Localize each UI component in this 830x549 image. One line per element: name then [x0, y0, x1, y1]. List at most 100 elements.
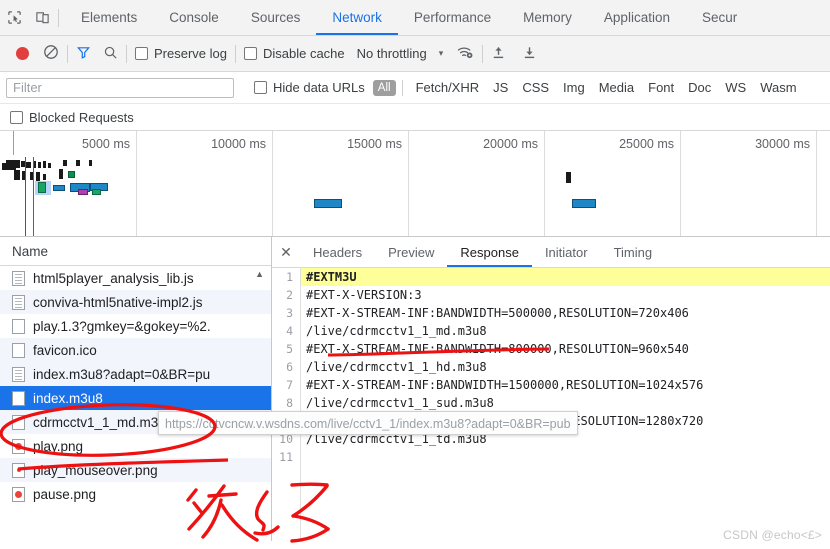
request-name: html5player_analysis_lib.js	[33, 270, 194, 286]
filter-type-doc[interactable]: Doc	[681, 78, 718, 97]
tab-elements[interactable]: Elements	[65, 0, 153, 35]
clear-button[interactable]	[43, 44, 59, 63]
script-file-icon	[12, 366, 25, 382]
control-divider-4	[482, 44, 484, 63]
filter-type-all[interactable]: All	[372, 79, 396, 96]
list-item[interactable]: pause.png	[0, 482, 271, 506]
list-item[interactable]: play_mouseover.png	[0, 458, 271, 482]
import-har-icon[interactable]	[491, 45, 506, 63]
overview-gridline	[544, 131, 545, 236]
filter-icon[interactable]	[76, 45, 91, 63]
tab-preview[interactable]: Preview	[375, 237, 447, 267]
overview-tick-10000: 10000 ms	[211, 137, 266, 151]
disable-cache-box[interactable]	[243, 47, 257, 60]
overview-tick-5000: 5000 ms	[82, 137, 130, 151]
tab-memory[interactable]: Memory	[507, 0, 588, 35]
disable-cache-checkbox[interactable]: Disable cache	[243, 46, 345, 61]
line-number: 4	[286, 324, 293, 338]
disable-cache-label: Disable cache	[262, 46, 345, 61]
code-line: 3 #EXT-X-STREAM-INF:BANDWIDTH=500000,RES…	[272, 304, 830, 322]
preserve-log-box[interactable]	[135, 47, 148, 60]
list-item[interactable]: favicon.ico	[0, 338, 271, 362]
close-icon[interactable]: ✕	[272, 244, 300, 261]
request-name: play.png	[33, 438, 84, 454]
preserve-log-checkbox[interactable]: Preserve log	[135, 46, 227, 61]
tab-timing[interactable]: Timing	[601, 237, 666, 267]
line-number: 11	[279, 450, 293, 464]
code-line: 11	[272, 448, 830, 466]
tab-performance[interactable]: Performance	[398, 0, 507, 35]
record-button[interactable]	[16, 47, 29, 60]
filter-type-fetch-xhr[interactable]: Fetch/XHR	[409, 78, 487, 97]
tab-sources[interactable]: Sources	[235, 0, 317, 35]
overview-gridline	[680, 131, 681, 236]
export-har-icon[interactable]	[522, 45, 537, 63]
filter-divider	[401, 79, 403, 96]
request-name: index.m3u8	[33, 390, 103, 406]
tab-application[interactable]: Application	[588, 0, 686, 35]
response-body-viewer[interactable]: 1 #EXTM3U 2 #EXT-X-VERSION:3 3 #EXT-X-ST…	[272, 268, 830, 466]
request-name: cdrmcctv1_1_md.m3u8	[33, 414, 174, 430]
network-overview-timeline[interactable]: 5000 ms 10000 ms 15000 ms 20000 ms 25000…	[0, 131, 830, 237]
line-number: 3	[286, 306, 293, 320]
control-divider-3	[234, 44, 236, 63]
overview-gridline	[408, 131, 409, 236]
line-number: 8	[286, 396, 293, 410]
throttling-select[interactable]: No throttling	[357, 46, 427, 61]
tab-response[interactable]: Response	[447, 237, 532, 267]
script-file-icon	[12, 270, 25, 286]
tab-initiator[interactable]: Initiator	[532, 237, 601, 267]
request-name: play.1.3?gmkey=&gokey=%2.	[33, 318, 211, 334]
request-rows: html5player_analysis_lib.js ▲ conviva-ht…	[0, 266, 271, 506]
chevron-down-icon[interactable]: ▾	[439, 48, 444, 59]
filter-type-img[interactable]: Img	[556, 78, 592, 97]
list-item[interactable]: index.m3u8?adapt=0&BR=pu	[0, 362, 271, 386]
inspect-element-icon[interactable]	[0, 5, 28, 31]
list-item-selected[interactable]: index.m3u8	[0, 386, 271, 410]
search-icon[interactable]	[103, 45, 118, 63]
line-number: 5	[286, 342, 293, 356]
filter-bar: Hide data URLs All Fetch/XHR JS CSS Img …	[0, 72, 830, 104]
gutter-divider	[300, 267, 301, 541]
list-item[interactable]: play.png	[0, 434, 271, 458]
overview-tick-15000: 15000 ms	[347, 137, 402, 151]
script-file-icon	[12, 294, 25, 310]
hide-data-urls-box[interactable]	[254, 81, 267, 94]
line-number: 2	[286, 288, 293, 302]
filter-type-wasm[interactable]: Wasm	[753, 78, 803, 97]
list-item[interactable]: play.1.3?gmkey=&gokey=%2.	[0, 314, 271, 338]
blocked-requests-box[interactable]	[10, 110, 23, 124]
blocked-requests-checkbox[interactable]: Blocked Requests	[10, 110, 134, 125]
line-text: #EXT-X-STREAM-INF:BANDWIDTH=500000,RESOL…	[306, 306, 689, 320]
list-item[interactable]: conviva-html5native-impl2.js	[0, 290, 271, 314]
network-main-area: Name html5player_analysis_lib.js ▲ convi…	[0, 237, 830, 541]
filter-input[interactable]	[6, 77, 234, 98]
detail-tabs: ✕ Headers Preview Response Initiator Tim…	[272, 237, 830, 268]
scroll-up-indicator[interactable]: ▲	[255, 269, 264, 279]
tab-console[interactable]: Console	[153, 0, 235, 35]
tab-headers[interactable]: Headers	[300, 237, 375, 267]
network-conditions-icon[interactable]	[457, 45, 474, 63]
request-detail-pane: ✕ Headers Preview Response Initiator Tim…	[272, 237, 830, 541]
list-item[interactable]: html5player_analysis_lib.js ▲	[0, 266, 271, 290]
request-name: index.m3u8?adapt=0&BR=pu	[33, 366, 211, 382]
image-file-icon	[12, 486, 25, 502]
overview-gridline	[272, 131, 273, 236]
generic-file-icon	[12, 342, 25, 358]
tab-security[interactable]: Secur	[686, 0, 753, 35]
dom-content-loaded-marker	[25, 157, 26, 236]
tab-network[interactable]: Network	[316, 0, 398, 35]
filter-type-ws[interactable]: WS	[718, 78, 753, 97]
line-text: #EXT-X-STREAM-INF:BANDWIDTH=800000,RESOL…	[306, 342, 689, 356]
filter-type-font[interactable]: Font	[641, 78, 681, 97]
device-toolbar-icon[interactable]	[28, 5, 56, 31]
request-list-pane: Name html5player_analysis_lib.js ▲ convi…	[0, 237, 272, 541]
watermark: CSDN @echo<£>	[723, 528, 822, 542]
filter-type-css[interactable]: CSS	[515, 78, 556, 97]
filter-type-js[interactable]: JS	[486, 78, 515, 97]
filter-type-media[interactable]: Media	[592, 78, 641, 97]
hide-data-urls-checkbox[interactable]: Hide data URLs	[254, 80, 365, 95]
line-number: 7	[286, 378, 293, 392]
generic-file-icon	[12, 414, 25, 430]
overview-tick-30000: 30000 ms	[755, 137, 810, 151]
